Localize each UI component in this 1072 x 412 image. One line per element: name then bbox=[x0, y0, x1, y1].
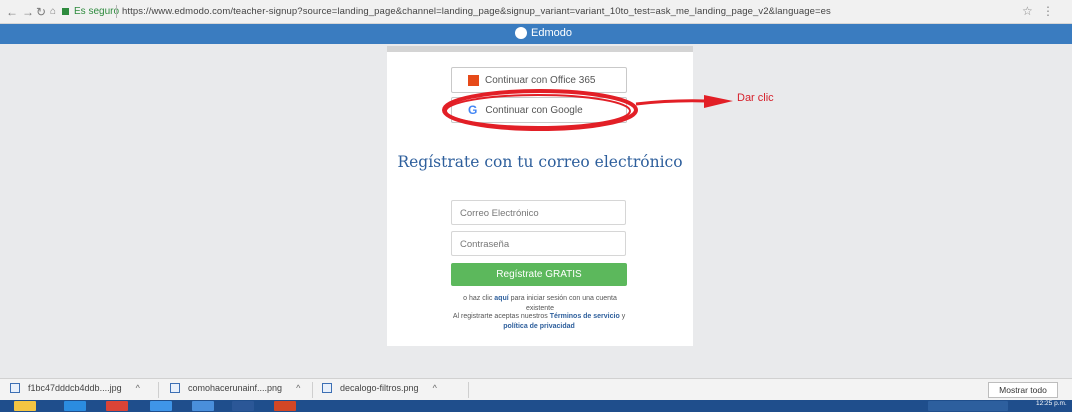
file-explorer-icon[interactable] bbox=[14, 401, 36, 411]
word-icon[interactable] bbox=[232, 401, 254, 411]
image-file-icon bbox=[10, 383, 20, 393]
annotation-arrow-line bbox=[635, 99, 707, 106]
download-name: decalogo-filtros.png bbox=[340, 383, 419, 393]
download-item[interactable]: decalogo-filtros.png ^ bbox=[322, 383, 437, 393]
downloads-bar: f1bc47dddcb4ddb....jpg ^ comohacerunainf… bbox=[0, 378, 1072, 400]
clock: 12:25 p.m. bbox=[1036, 400, 1067, 407]
image-file-icon bbox=[322, 383, 332, 393]
taskbar bbox=[0, 400, 1072, 412]
chevron-up-icon[interactable]: ^ bbox=[136, 383, 140, 393]
ie-icon[interactable] bbox=[150, 401, 172, 411]
annotation-overlay bbox=[442, 89, 733, 131]
chevron-up-icon[interactable]: ^ bbox=[433, 383, 437, 393]
chrome-icon[interactable] bbox=[106, 401, 128, 411]
download-item[interactable]: f1bc47dddcb4ddb....jpg ^ bbox=[10, 383, 140, 393]
download-name: f1bc47dddcb4ddb....jpg bbox=[28, 383, 122, 393]
annotation-arrow-head bbox=[704, 95, 733, 108]
chevron-up-icon[interactable]: ^ bbox=[296, 383, 300, 393]
divider bbox=[158, 382, 159, 398]
powerpoint-icon[interactable] bbox=[274, 401, 296, 411]
divider bbox=[468, 382, 469, 398]
download-name: comohacerunainf....png bbox=[188, 383, 283, 393]
chrome-window-icon[interactable] bbox=[192, 401, 214, 411]
image-file-icon bbox=[170, 383, 180, 393]
start-icon[interactable] bbox=[64, 401, 86, 411]
annotation-label: Dar clic bbox=[737, 92, 774, 104]
divider bbox=[312, 382, 313, 398]
download-item[interactable]: comohacerunainf....png ^ bbox=[170, 383, 300, 393]
show-all-button[interactable]: Mostrar todo bbox=[988, 382, 1058, 398]
system-tray[interactable] bbox=[928, 401, 1008, 411]
annotation-circle-inner bbox=[445, 94, 631, 128]
